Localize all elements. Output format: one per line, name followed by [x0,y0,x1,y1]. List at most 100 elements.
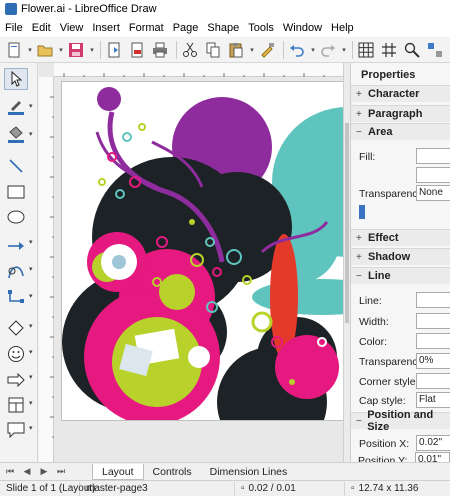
more-icon[interactable] [425,40,445,60]
callout-icon[interactable] [4,419,28,441]
menu-page[interactable]: Page [168,22,203,34]
section-line[interactable]: − Line [351,267,450,284]
line-color-select[interactable] [416,333,450,349]
save-icon[interactable] [66,40,86,60]
size-icon: ▫ [351,482,355,494]
menu-edit[interactable]: Edit [27,22,55,34]
menu-insert[interactable]: Insert [87,22,124,34]
copy-icon[interactable] [203,40,223,60]
expand-icon: + [356,108,362,120]
cap-style-label: Cap style: [359,395,406,407]
collapse-icon: − [356,126,362,138]
corner-style-select[interactable] [416,373,450,389]
prev-tab-icon[interactable]: ◀ [20,465,34,479]
helplines-icon[interactable] [379,40,399,60]
next-tab-icon[interactable]: ▶ [37,465,51,479]
rectangle-icon[interactable] [4,181,28,203]
section-effect-label: Effect [368,232,399,244]
open-icon[interactable] [35,40,55,60]
redo-icon[interactable] [318,40,338,60]
undo-icon[interactable] [287,40,307,60]
clone-icon[interactable] [257,40,277,60]
line-color-icon[interactable] [4,96,28,118]
fill-color-icon[interactable] [4,124,28,146]
menu-shape[interactable]: Shape [202,22,243,34]
expand-icon: + [356,251,362,263]
fill-color-select[interactable] [416,167,450,183]
cut-icon[interactable] [180,40,200,60]
block-arrows-dropdown-icon[interactable]: ▾ [29,373,36,381]
grid-icon[interactable] [356,40,376,60]
new-dropdown-icon[interactable]: ▾ [27,40,33,60]
section-character[interactable]: + Character [351,85,450,102]
first-tab-icon[interactable]: ⏮ [3,465,17,479]
menu-tools[interactable]: Tools [243,22,278,34]
position-icon: ▫ [241,482,245,494]
flowchart-icon[interactable] [4,394,28,416]
section-shadow[interactable]: + Shadow [351,248,450,265]
fill-select[interactable] [416,148,450,164]
export-pdf-icon[interactable] [127,40,147,60]
vertical-scrollbar[interactable] [343,63,350,462]
paste-icon[interactable] [226,40,246,60]
tab-controls[interactable]: Controls [144,464,201,480]
menu-view[interactable]: View [55,22,88,34]
menu-format[interactable]: Format [124,22,168,34]
line-label: Line: [359,295,382,307]
section-position-size[interactable]: − Position and Size [351,409,450,433]
section-area[interactable]: − Area [351,123,450,140]
basic-shapes-icon[interactable] [4,317,28,339]
connector-dropdown-icon[interactable]: ▾ [29,292,36,300]
line-color-dropdown-icon[interactable]: ▾ [29,102,36,110]
menu-bar: File Edit View Insert Format Page Shape … [0,18,450,37]
line-width-select[interactable] [416,313,450,329]
print-icon[interactable] [150,40,170,60]
scrollbar-thumb[interactable] [345,123,349,323]
page[interactable] [61,81,349,421]
undo-dropdown-icon[interactable]: ▾ [310,40,316,60]
cap-style-select[interactable]: Flat [416,392,450,408]
line-transparency-input[interactable]: 0% [416,353,450,369]
flowchart-dropdown-icon[interactable]: ▾ [29,399,36,407]
area-transparency-select[interactable]: None [416,185,450,201]
section-paragraph-label: Paragraph [368,108,423,120]
block-arrows-icon[interactable] [4,369,28,391]
ellipse-icon[interactable] [4,206,28,228]
arrow-line-icon[interactable] [4,235,28,257]
export-icon[interactable] [104,40,124,60]
section-paragraph[interactable]: + Paragraph [351,105,450,122]
menu-window[interactable]: Window [278,22,326,34]
connector-icon[interactable] [4,287,28,309]
basic-shapes-dropdown-icon[interactable]: ▾ [29,322,36,330]
menu-file[interactable]: File [0,22,27,34]
symbol-shapes-icon[interactable] [4,343,28,365]
new-icon[interactable] [4,40,24,60]
transparency-slider[interactable] [359,205,365,219]
line-style-select[interactable] [416,292,450,308]
last-tab-icon[interactable]: ⏭ [54,465,68,479]
line-tool-icon[interactable] [4,155,28,177]
drawing-toolbar: ▾ ▾ ▾ ▾ ▾ ▾ ▾ ▾ ▾ ▾ [0,63,38,462]
zoom-icon[interactable] [402,40,422,60]
fill-color-dropdown-icon[interactable]: ▾ [29,130,36,138]
position-x-input[interactable]: 0.02" [416,435,450,451]
paste-dropdown-icon[interactable]: ▾ [249,40,255,60]
slide-status: Slide 1 of 1 (Layout) [0,481,96,496]
vertical-ruler [39,77,54,462]
section-effect[interactable]: + Effect [351,229,450,246]
curve-icon[interactable] [4,260,28,282]
redo-dropdown-icon[interactable]: ▾ [341,40,347,60]
tab-layout[interactable]: Layout [92,463,144,480]
open-dropdown-icon[interactable]: ▾ [58,40,64,60]
expand-icon: + [356,232,362,244]
callout-dropdown-icon[interactable]: ▾ [29,424,36,432]
select-icon[interactable] [4,68,28,90]
symbol-shapes-dropdown-icon[interactable]: ▾ [29,348,36,356]
flower-artwork[interactable] [62,82,349,421]
arrow-dropdown-icon[interactable]: ▾ [29,238,36,246]
menu-help[interactable]: Help [326,22,358,34]
save-dropdown-icon[interactable]: ▾ [89,40,95,60]
tab-dimension-lines[interactable]: Dimension Lines [201,464,297,480]
curve-dropdown-icon[interactable]: ▾ [29,265,36,273]
drawing-canvas-area[interactable] [39,63,349,462]
